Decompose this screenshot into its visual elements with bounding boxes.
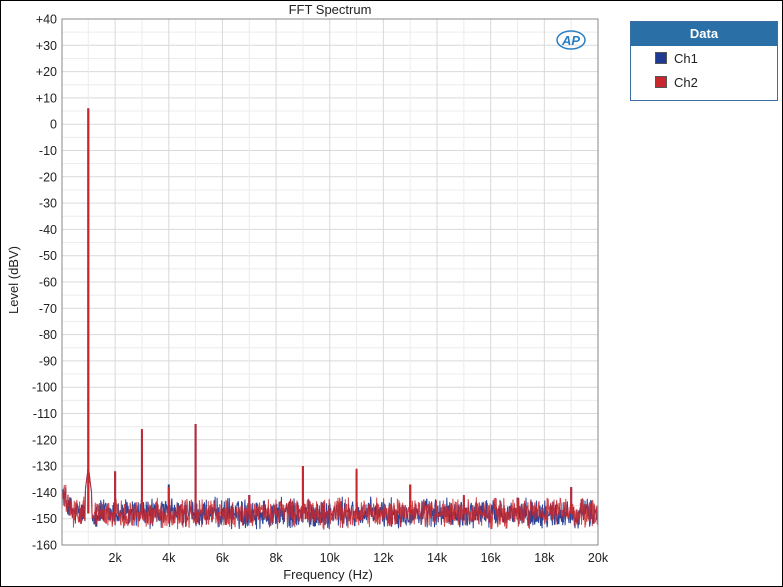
legend-label-ch2: Ch2: [674, 74, 698, 90]
y-tick-label: +40: [36, 13, 57, 27]
x-tick-label: 20k: [588, 551, 609, 565]
ap-logo-icon: AP: [556, 30, 586, 50]
legend-item-ch2[interactable]: Ch2: [631, 70, 777, 94]
x-tick-label: 14k: [427, 551, 448, 565]
legend: Data Ch1 Ch2: [630, 21, 778, 101]
legend-swatch-ch2: [655, 76, 667, 88]
x-tick-label: 2k: [109, 551, 123, 565]
x-tick-label: 10k: [320, 551, 341, 565]
legend-header: Data: [631, 22, 777, 46]
y-tick-label: -20: [39, 170, 57, 184]
y-tick-label: -60: [39, 276, 57, 290]
x-tick-label: 8k: [269, 551, 283, 565]
x-axis-label: Frequency (Hz): [283, 567, 373, 582]
y-tick-label: -120: [32, 433, 57, 447]
y-tick-label: -10: [39, 144, 57, 158]
x-tick-label: 4k: [162, 551, 176, 565]
y-tick-label: -100: [32, 381, 57, 395]
legend-label-ch1: Ch1: [674, 50, 698, 66]
y-tick-label: -70: [39, 302, 57, 316]
y-axis-label: Level (dBV): [6, 246, 21, 314]
y-tick-label: -50: [39, 249, 57, 263]
y-tick-label: -140: [32, 486, 57, 500]
x-tick-label: 18k: [534, 551, 555, 565]
x-tick-label: 12k: [373, 551, 394, 565]
x-tick-label: 16k: [481, 551, 502, 565]
y-tick-label: 0: [50, 118, 57, 132]
legend-swatch-ch1: [655, 52, 667, 64]
y-tick-label: +20: [36, 65, 57, 79]
y-tick-label: -130: [32, 460, 57, 474]
y-tick-label: -110: [33, 407, 57, 421]
y-tick-label: -40: [39, 223, 57, 237]
y-tick-label: -150: [32, 512, 57, 526]
x-axis-ticks: 2k 4k 6k 8k 10k 12k 14k 16k 18k 20k: [109, 551, 609, 565]
y-tick-label: -30: [39, 197, 57, 211]
y-tick-label: -90: [39, 354, 57, 368]
y-tick-label: +30: [36, 39, 57, 53]
y-tick-label: +10: [36, 91, 57, 105]
chart-title: FFT Spectrum: [289, 2, 372, 17]
x-tick-label: 6k: [216, 551, 230, 565]
y-axis-ticks: +40 +30 +20 +10 0 -10 -20 -30 -40 -50 -60 -70 -80 -90…: [32, 13, 57, 553]
y-tick-label: -160: [32, 539, 57, 553]
ap-logo-text: AP: [561, 33, 580, 48]
legend-item-ch1[interactable]: Ch1: [631, 46, 777, 70]
y-tick-label: -80: [39, 328, 57, 342]
